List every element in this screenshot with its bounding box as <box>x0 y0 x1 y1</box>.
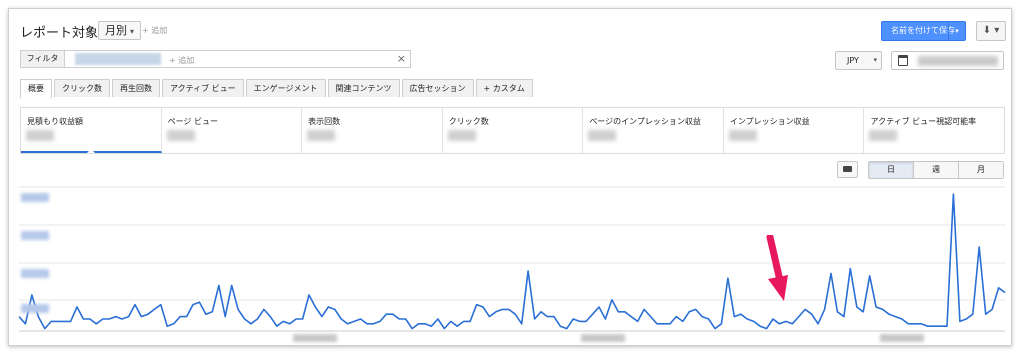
save-dropdown-icon[interactable]: ▾ <box>948 22 965 40</box>
filter-label[interactable]: フィルタ <box>21 51 65 67</box>
period-select[interactable]: 月別 ▾ <box>98 21 142 40</box>
granularity-toggle: 日 週 月 <box>868 161 1004 179</box>
screenshot-frame: レポート対象 › 月別 ▾ + 追加 名前を付けて保存 ▾ ⬇ ▾ フィルタ + … <box>0 0 1020 354</box>
metric-card-page-views[interactable]: ページ ビュー <box>162 108 303 153</box>
page-title: レポート対象 <box>20 26 99 41</box>
annotation-button[interactable] <box>837 161 858 178</box>
metric-label: ページ ビュー <box>167 117 218 126</box>
calendar-icon <box>898 55 908 66</box>
metric-card-estimated-earnings[interactable]: 見積もり収益額 <box>21 108 162 153</box>
date-range-value <box>918 56 998 66</box>
chevron-down-icon: ▾ <box>130 27 135 36</box>
metric-card-active-view-viewable[interactable]: アクティブ ビュー視認可能率 <box>864 108 1004 153</box>
metric-value <box>26 130 54 141</box>
report-tabs: 概要 クリック数 再生回数 アクティブ ビュー エンゲージメント 関連コンテンツ… <box>20 79 535 98</box>
granularity-day[interactable]: 日 <box>869 162 914 178</box>
metric-cards: 見積もり収益額 ページ ビュー 表示回数 クリック数 ページのインプレッション収… <box>20 107 1005 154</box>
earnings-chart <box>9 179 1011 345</box>
metric-card-page-rpm[interactable]: ページのインプレッション収益 <box>583 108 724 153</box>
tab-related-content[interactable]: 関連コンテンツ <box>327 79 400 97</box>
currency-label: JPY <box>847 56 859 65</box>
line-chart <box>18 186 1006 332</box>
metric-label: クリック数 <box>448 117 489 126</box>
metric-card-impressions[interactable]: 表示回数 <box>302 108 443 153</box>
metric-card-impression-rpm[interactable]: インプレッション収益 <box>724 108 865 153</box>
chevron-down-icon: ▾ <box>873 56 877 64</box>
metric-label: 見積もり収益額 <box>27 117 83 126</box>
filter-bar: フィルタ + 追加 × <box>20 50 411 68</box>
period-label: 月別 <box>105 24 127 37</box>
currency-select[interactable]: JPY ▾ <box>835 51 882 70</box>
date-range-picker[interactable] <box>891 51 1004 70</box>
series-line <box>18 193 1006 330</box>
metric-value <box>307 130 336 141</box>
filter-add-link[interactable]: + 追加 <box>169 55 194 66</box>
metric-label: ページのインプレッション収益 <box>589 117 701 126</box>
tab-clicks[interactable]: クリック数 <box>54 79 110 97</box>
y-tick-label <box>21 304 49 313</box>
metric-value <box>447 130 476 141</box>
y-tick-label <box>21 193 49 202</box>
tab-overview[interactable]: 概要 <box>20 79 52 98</box>
metric-value <box>869 130 898 141</box>
metric-value <box>728 130 757 141</box>
close-icon[interactable]: × <box>397 51 406 67</box>
y-tick-label <box>21 231 49 240</box>
tab-plays[interactable]: 再生回数 <box>112 79 160 97</box>
tab-custom[interactable]: + カスタム <box>475 79 533 97</box>
metric-label: 表示回数 <box>308 117 341 126</box>
filter-chip[interactable] <box>75 53 161 65</box>
tab-ad-sessions[interactable]: 広告セッション <box>401 79 474 97</box>
granularity-month[interactable]: 月 <box>959 162 1003 178</box>
save-as-label: 名前を付けて保存 <box>891 26 955 35</box>
metric-value <box>166 130 195 141</box>
tab-active-view[interactable]: アクティブ ビュー <box>162 79 244 97</box>
granularity-week[interactable]: 週 <box>914 162 959 178</box>
selected-notch <box>87 149 95 153</box>
report-panel: レポート対象 › 月別 ▾ + 追加 名前を付けて保存 ▾ ⬇ ▾ フィルタ + … <box>8 8 1012 346</box>
highlight-arrow-icon <box>766 235 788 301</box>
metric-value <box>588 130 617 141</box>
metric-label: アクティブ ビュー視認可能率 <box>870 117 977 126</box>
x-tick-label <box>581 334 625 342</box>
x-tick-label <box>880 334 924 342</box>
chevron-right-icon: › <box>88 21 94 36</box>
metric-card-clicks[interactable]: クリック数 <box>443 108 584 153</box>
y-tick-label <box>21 269 49 278</box>
add-dimension-link[interactable]: + 追加 <box>142 25 167 36</box>
download-button[interactable]: ⬇ ▾ <box>976 21 1006 41</box>
save-as-button[interactable]: 名前を付けて保存 ▾ <box>881 21 966 41</box>
comment-icon <box>843 166 852 172</box>
tab-engagement[interactable]: エンゲージメント <box>245 79 326 97</box>
x-tick-label <box>293 334 337 342</box>
metric-label: インプレッション収益 <box>729 117 810 126</box>
